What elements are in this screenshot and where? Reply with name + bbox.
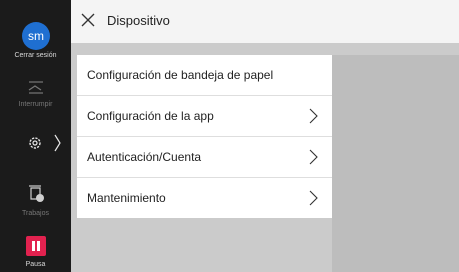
interrupt-icon xyxy=(28,81,43,94)
settings-menu: Configuración de bandeja de papel Config… xyxy=(77,55,332,218)
menu-item-label: Autenticación/Cuenta xyxy=(87,150,202,164)
header-bar: Dispositivo xyxy=(71,0,459,44)
user-avatar[interactable]: sm xyxy=(22,22,50,50)
logout-label[interactable]: Cerrar sesión xyxy=(0,52,71,59)
interrupt-label: Interrumpir xyxy=(18,101,53,108)
close-icon[interactable] xyxy=(81,13,95,27)
menu-item-maintenance[interactable]: Mantenimiento xyxy=(77,178,332,218)
pause-button[interactable] xyxy=(26,236,46,256)
menu-item-label: Mantenimiento xyxy=(87,191,166,205)
sidebar: sm Cerrar sesión Interrumpir Trabajos Pa… xyxy=(0,0,71,272)
pause-label: Pausa xyxy=(25,261,46,268)
menu-item-label: Configuración de la app xyxy=(87,109,214,123)
menu-item-app-settings[interactable]: Configuración de la app xyxy=(77,96,332,137)
menu-item-authentication[interactable]: Autenticación/Cuenta xyxy=(77,137,332,178)
menu-item-label: Configuración de bandeja de papel xyxy=(87,68,274,82)
chevron-right-icon xyxy=(309,190,318,206)
page-title: Dispositivo xyxy=(107,13,170,28)
chevron-right-icon xyxy=(309,149,318,165)
side-panel xyxy=(332,55,459,272)
chevron-right-icon xyxy=(309,108,318,124)
settings-gear-icon[interactable] xyxy=(27,133,61,153)
jobs-label: Trabajos xyxy=(22,210,49,217)
menu-item-paper-tray[interactable]: Configuración de bandeja de papel xyxy=(77,55,332,96)
jobs-icon xyxy=(29,185,44,202)
